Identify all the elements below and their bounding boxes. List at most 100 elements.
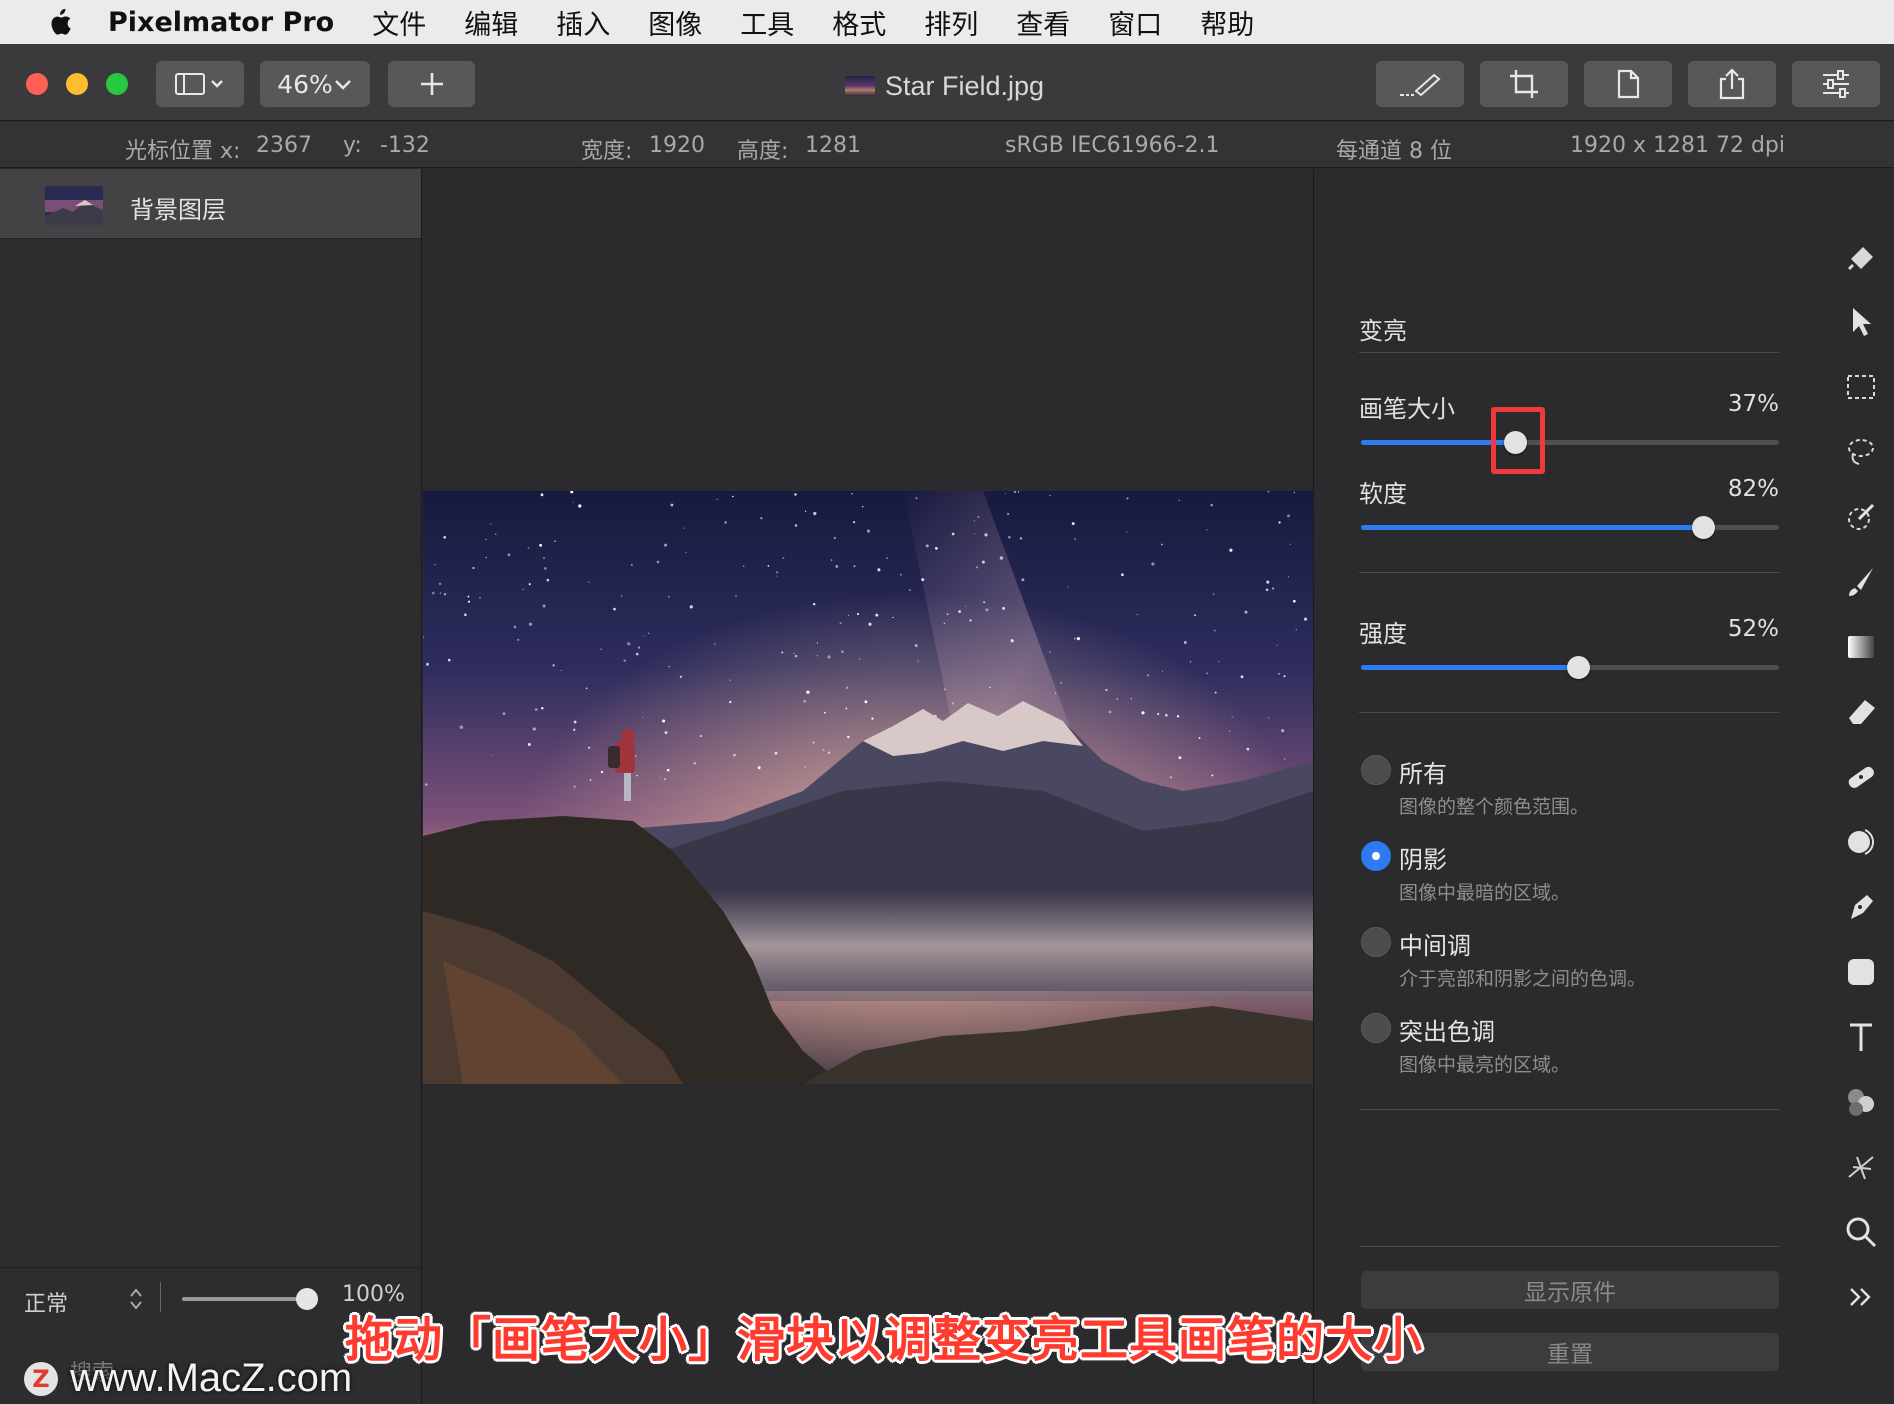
canvas-area[interactable] [423,169,1313,1404]
menu-insert[interactable]: 插入 [556,3,610,42]
strength-knob[interactable] [1566,656,1590,679]
crop-button[interactable] [1480,61,1568,107]
show-original-label: 显示原件 [1524,1280,1616,1306]
range-midtones-title: 中间调 [1399,932,1471,960]
watermark: Z www.MacZ.com [24,1356,352,1401]
menu-tools[interactable]: 工具 [740,3,794,42]
menu-view[interactable]: 查看 [1016,3,1070,42]
eraser-icon [1849,700,1875,724]
divider [1359,572,1779,573]
tutorial-highlight [1491,407,1545,474]
softness-value: 82% [1727,476,1779,502]
zoom-tool[interactable] [1843,1214,1879,1250]
effects-tool[interactable] [1843,1084,1879,1120]
range-midtones-radio[interactable] [1361,927,1391,957]
softness-fill [1361,525,1704,530]
apple-icon[interactable] [40,7,80,37]
window-toolbar: 46% Star Field.jpg [0,44,1894,121]
height-value: 1281 [805,133,861,158]
zoom-value: 46% [277,69,333,99]
share-icon [1719,68,1745,100]
type-icon [1850,1023,1872,1051]
add-button[interactable] [388,61,475,107]
crop-icon [1510,70,1538,98]
width-value: 1920 [649,133,705,158]
reset-button[interactable]: 重置 [1361,1333,1779,1371]
strength-label: 强度 [1359,620,1407,648]
layer-row[interactable]: 背景图层 [0,169,421,239]
menu-help[interactable]: 帮助 [1200,3,1254,42]
shape-tool[interactable] [1843,954,1879,990]
divider [1359,1109,1779,1110]
show-original-button[interactable]: 显示原件 [1361,1271,1779,1309]
color-adjust-icon [1848,829,1874,855]
paint-bucket-tool[interactable] [1843,239,1879,275]
paint-bucket-icon [1847,247,1873,271]
layer-name: 背景图层 [130,196,226,224]
color-profile: sRGB IEC61966-2.1 [1005,133,1220,158]
strength-slider[interactable] [1361,656,1779,679]
lighten-tool-panel: 变亮 画笔大小 37% 软度 82% 强度 52% 所有 图像的整个颜色范围。 … [1313,169,1828,1404]
menu-image[interactable]: 图像 [648,3,702,42]
distort-tool[interactable] [1843,1149,1879,1185]
range-all-desc: 图像的整个颜色范围。 [1399,796,1590,818]
menu-window[interactable]: 窗口 [1108,3,1162,42]
close-window-button[interactable] [26,73,48,95]
menu-file[interactable]: 文件 [372,3,426,42]
erase-tool[interactable] [1843,694,1879,730]
range-shadows-radio[interactable] [1361,841,1391,871]
canvas-image[interactable] [423,491,1313,1084]
panel-title: 变亮 [1359,317,1407,345]
type-tool[interactable] [1843,1019,1879,1055]
stepper-icon[interactable] [128,1286,144,1312]
range-highlights-desc: 图像中最亮的区域。 [1399,1054,1571,1076]
paint-button[interactable] [1376,61,1464,107]
zoom-dropdown[interactable]: 46% [260,61,370,107]
softness-knob[interactable] [1692,516,1716,539]
rect-select-tool[interactable] [1843,369,1879,405]
minimize-window-button[interactable] [66,73,88,95]
brush-size-value: 37% [1727,391,1779,417]
lasso-tool[interactable] [1843,434,1879,470]
divider [160,1282,161,1312]
share-button[interactable] [1688,61,1776,107]
adjustments-button[interactable] [1792,61,1880,107]
app-menu[interactable]: Pixelmator Pro [108,7,334,38]
layer-thumbnail [45,186,103,225]
opacity-slider-knob[interactable] [296,1288,318,1310]
cursor-y-value: -132 [380,133,430,158]
resolution: 1920 x 1281 72 dpi [1570,133,1786,158]
watermark-logo-icon: Z [24,1361,58,1396]
magic-wand-icon [1848,503,1875,530]
zoom-window-button[interactable] [106,73,128,95]
paint-tool[interactable] [1843,564,1879,600]
watermark-text: www.MacZ.com [70,1356,353,1400]
menu-arrange[interactable]: 排列 [924,3,978,42]
range-shadows-title: 阴影 [1399,846,1447,874]
range-highlights-radio[interactable] [1361,1013,1391,1043]
brush-icon [1849,568,1873,596]
more-tools-button[interactable] [1843,1279,1879,1315]
softness-label: 软度 [1359,480,1407,508]
softness-slider[interactable] [1361,516,1779,539]
range-midtones-desc: 介于亮部和阴影之间的色调。 [1399,968,1647,990]
sidebar-toggle-button[interactable] [156,61,244,107]
range-all-radio[interactable] [1361,755,1391,785]
gradient-tool[interactable] [1843,629,1879,665]
document-title: Star Field.jpg [845,66,1044,106]
blend-mode-select[interactable]: 正常 [24,1286,68,1318]
color-adjust-tool[interactable] [1843,824,1879,860]
opacity-slider[interactable] [182,1297,307,1301]
brush-size-label: 画笔大小 [1359,395,1455,423]
brush-size-slider[interactable] [1361,431,1779,454]
sidebar-toggle-icon [175,73,223,95]
arrange-tool[interactable] [1843,304,1879,340]
repair-tool[interactable] [1843,759,1879,795]
quick-select-tool[interactable] [1843,499,1879,535]
height-label: 高度: [737,139,789,164]
menu-format[interactable]: 格式 [832,3,886,42]
width-label: 宽度: [581,139,633,164]
document-button[interactable] [1584,61,1672,107]
menu-edit[interactable]: 编辑 [464,3,518,42]
pen-tool[interactable] [1843,889,1879,925]
